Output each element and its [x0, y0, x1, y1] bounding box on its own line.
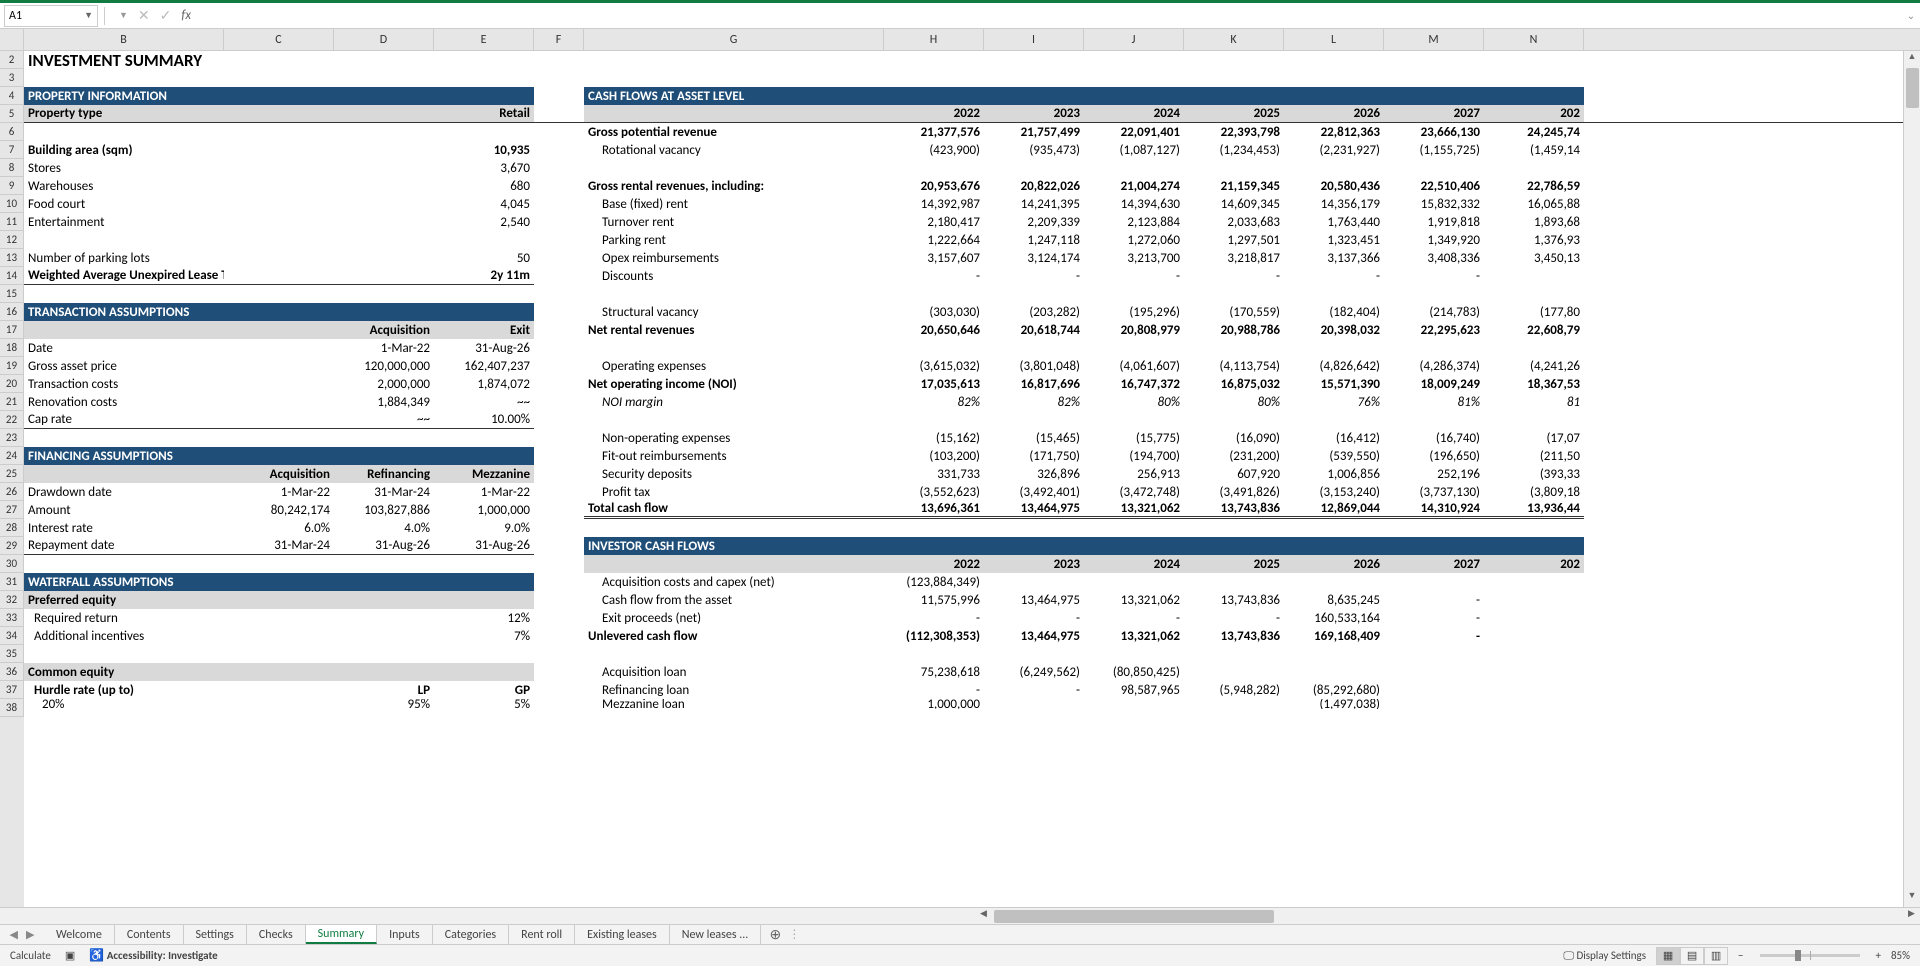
- accessibility-status[interactable]: ♿ Accessibility: Investigate: [89, 948, 218, 963]
- row-header-3[interactable]: 3: [0, 69, 24, 87]
- tab-categories[interactable]: Categories: [433, 925, 509, 944]
- row-header-5[interactable]: 5: [0, 105, 24, 123]
- tab-existing-leases[interactable]: Existing leases: [575, 925, 670, 944]
- row-header-33[interactable]: 33: [0, 609, 24, 627]
- tab-summary[interactable]: Summary: [306, 925, 377, 944]
- row-header-24[interactable]: 24: [0, 447, 24, 465]
- view-normal-icon[interactable]: ▦: [1656, 947, 1680, 965]
- row-header-9[interactable]: 9: [0, 177, 24, 195]
- chevron-down-icon[interactable]: ▼: [84, 10, 93, 21]
- status-bar: Calculate ▣ ♿ Accessibility: Investigate…: [0, 944, 1920, 966]
- row-header-30[interactable]: 30: [0, 555, 24, 573]
- view-pagebreak-icon[interactable]: ▥: [1704, 947, 1728, 965]
- row-header-17[interactable]: 17: [0, 321, 24, 339]
- col-header-C[interactable]: C: [224, 29, 334, 51]
- name-box[interactable]: A1▼: [4, 5, 98, 27]
- row-header-18[interactable]: 18: [0, 339, 24, 357]
- row-header-26[interactable]: 26: [0, 483, 24, 501]
- dropdown-icon[interactable]: ▼: [119, 10, 128, 21]
- zoom-slider[interactable]: [1760, 954, 1860, 957]
- row-header-27[interactable]: 27: [0, 501, 24, 519]
- row-header-34[interactable]: 34: [0, 627, 24, 645]
- col-header-F[interactable]: F: [534, 29, 584, 51]
- tab-inputs[interactable]: Inputs: [377, 925, 433, 944]
- row-headers: 2345678910111213141516171819202122232425…: [0, 51, 24, 907]
- col-header-H[interactable]: H: [884, 29, 984, 51]
- sheet-tabs: ◀ ▶ WelcomeContentsSettingsChecksSummaryI…: [0, 924, 1920, 944]
- col-header-N[interactable]: N: [1484, 29, 1584, 51]
- row-header-12[interactable]: 12: [0, 231, 24, 249]
- vertical-scrollbar[interactable]: ▲ ▼: [1903, 51, 1920, 907]
- scroll-up-icon[interactable]: ▲: [1904, 51, 1920, 68]
- tab-rent-roll[interactable]: Rent roll: [509, 925, 575, 944]
- row-header-37[interactable]: 37: [0, 681, 24, 699]
- col-header-E[interactable]: E: [434, 29, 534, 51]
- row-header-16[interactable]: 16: [0, 303, 24, 321]
- h-scroll-thumb[interactable]: [994, 910, 1274, 923]
- expand-formula-icon[interactable]: ⌄: [1902, 9, 1920, 22]
- cancel-icon[interactable]: ✕: [138, 7, 150, 24]
- col-header-B[interactable]: B: [24, 29, 224, 51]
- row-header-13[interactable]: 13: [0, 249, 24, 267]
- scroll-right-icon[interactable]: ▶: [1903, 908, 1920, 924]
- row-header-31[interactable]: 31: [0, 573, 24, 591]
- formula-input[interactable]: [205, 5, 1896, 27]
- col-header-I[interactable]: I: [984, 29, 1084, 51]
- scroll-down-icon[interactable]: ▼: [1904, 890, 1920, 907]
- display-settings[interactable]: 🖵 Display Settings: [1563, 949, 1646, 963]
- col-header-M[interactable]: M: [1384, 29, 1484, 51]
- row-header-32[interactable]: 32: [0, 591, 24, 609]
- formula-bar: A1▼ ▼ ✕ ✓ fx ⌄: [0, 3, 1920, 29]
- row-header-15[interactable]: 15: [0, 285, 24, 303]
- row-header-38[interactable]: 38: [0, 699, 24, 717]
- row-header-4[interactable]: 4: [0, 87, 24, 105]
- zoom-in-icon[interactable]: +: [1876, 949, 1881, 962]
- row-header-2[interactable]: 2: [0, 51, 24, 69]
- tab-welcome[interactable]: Welcome: [44, 925, 115, 944]
- horizontal-scrollbar[interactable]: [992, 908, 1903, 924]
- tab-next-icon[interactable]: ▶: [26, 928, 34, 941]
- row-header-28[interactable]: 28: [0, 519, 24, 537]
- add-sheet-icon[interactable]: ⊕: [761, 925, 789, 944]
- zoom-level[interactable]: 85%: [1891, 949, 1910, 962]
- row-header-36[interactable]: 36: [0, 663, 24, 681]
- cells-area[interactable]: INVESTMENT SUMMARYPROPERTY INFORMATIONCA…: [24, 51, 1903, 907]
- col-header-K[interactable]: K: [1184, 29, 1284, 51]
- status-mode: Calculate: [10, 949, 51, 962]
- col-header-L[interactable]: L: [1284, 29, 1384, 51]
- tab-settings[interactable]: Settings: [184, 925, 247, 944]
- row-header-20[interactable]: 20: [0, 375, 24, 393]
- select-all-corner[interactable]: [0, 29, 24, 51]
- fx-icon[interactable]: fx: [181, 8, 191, 23]
- row-header-10[interactable]: 10: [0, 195, 24, 213]
- col-header-J[interactable]: J: [1084, 29, 1184, 51]
- row-header-8[interactable]: 8: [0, 159, 24, 177]
- zoom-out-icon[interactable]: −: [1738, 949, 1743, 962]
- row-header-14[interactable]: 14: [0, 267, 24, 285]
- col-header-G[interactable]: G: [584, 29, 884, 51]
- row-header-6[interactable]: 6: [0, 123, 24, 141]
- row-header-22[interactable]: 22: [0, 411, 24, 429]
- scroll-left-icon[interactable]: ◀: [975, 908, 992, 924]
- col-header-D[interactable]: D: [334, 29, 434, 51]
- row-header-21[interactable]: 21: [0, 393, 24, 411]
- row-header-25[interactable]: 25: [0, 465, 24, 483]
- v-scroll-thumb[interactable]: [1906, 68, 1919, 108]
- row-header-7[interactable]: 7: [0, 141, 24, 159]
- row-header-11[interactable]: 11: [0, 213, 24, 231]
- tab-prev-icon[interactable]: ◀: [10, 928, 18, 941]
- tab-contents[interactable]: Contents: [115, 925, 184, 944]
- column-headers: BCDEFGHIJKLMN: [0, 29, 1920, 51]
- accept-icon[interactable]: ✓: [160, 7, 172, 24]
- macro-record-icon[interactable]: ▣: [65, 949, 75, 962]
- row-header-19[interactable]: 19: [0, 357, 24, 375]
- row-header-29[interactable]: 29: [0, 537, 24, 555]
- tab-new-leases-[interactable]: New leases ...: [670, 925, 762, 944]
- view-layout-icon[interactable]: ▤: [1680, 947, 1704, 965]
- row-header-23[interactable]: 23: [0, 429, 24, 447]
- tab-checks[interactable]: Checks: [247, 925, 306, 944]
- row-header-35[interactable]: 35: [0, 645, 24, 663]
